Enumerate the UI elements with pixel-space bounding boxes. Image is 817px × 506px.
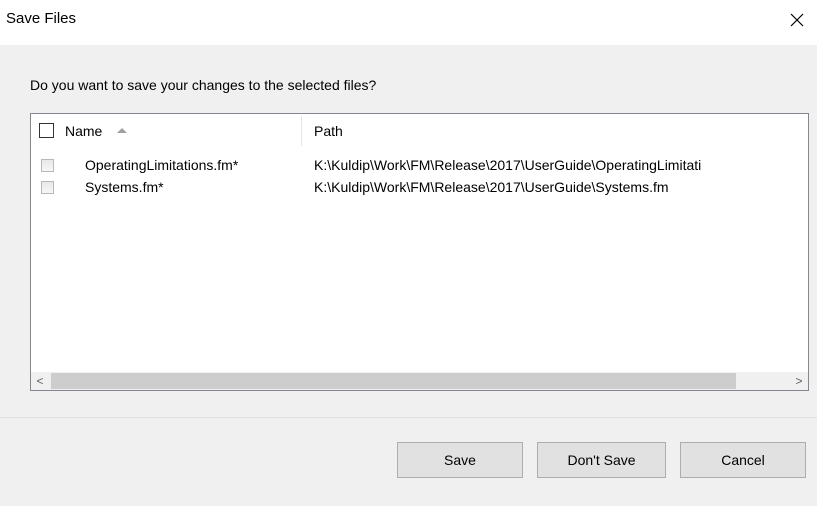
list-header: Name Path xyxy=(31,114,808,148)
file-path: K:\Kuldip\Work\FM\Release\2017\UserGuide… xyxy=(314,157,702,173)
scroll-left-button[interactable]: < xyxy=(31,372,49,390)
column-path-label: Path xyxy=(314,123,343,139)
dont-save-button[interactable]: Don't Save xyxy=(537,442,666,478)
window-title: Save Files xyxy=(6,10,77,27)
title-bar: Save Files xyxy=(0,0,817,45)
divider xyxy=(0,417,817,418)
file-list: Name Path OperatingLimitations.fm* K:\Ku… xyxy=(30,113,809,391)
file-name: OperatingLimitations.fm* xyxy=(85,157,239,173)
column-header-name[interactable]: Name xyxy=(31,114,301,148)
scrollbar-thumb[interactable] xyxy=(51,373,736,389)
close-button[interactable] xyxy=(777,0,817,40)
scroll-right-button[interactable]: > xyxy=(790,372,808,390)
close-icon xyxy=(790,13,804,27)
horizontal-scrollbar[interactable]: < > xyxy=(31,372,808,390)
select-all-checkbox[interactable] xyxy=(39,123,54,138)
save-button[interactable]: Save xyxy=(397,442,523,478)
file-name: Systems.fm* xyxy=(85,179,164,195)
chevron-left-icon: < xyxy=(36,374,44,388)
list-item[interactable]: Systems.fm* K:\Kuldip\Work\FM\Release\20… xyxy=(31,178,808,200)
column-header-path[interactable]: Path xyxy=(302,114,808,148)
sort-ascending-icon xyxy=(117,128,127,133)
file-checkbox[interactable] xyxy=(41,159,54,172)
file-checkbox[interactable] xyxy=(41,181,54,194)
column-name-label: Name xyxy=(65,123,103,139)
prompt-text: Do you want to save your changes to the … xyxy=(30,77,377,93)
chevron-right-icon: > xyxy=(795,374,803,388)
list-item[interactable]: OperatingLimitations.fm* K:\Kuldip\Work\… xyxy=(31,156,808,178)
cancel-button[interactable]: Cancel xyxy=(680,442,806,478)
save-files-dialog: Save Files Do you want to save your chan… xyxy=(0,0,817,506)
file-path: K:\Kuldip\Work\FM\Release\2017\UserGuide… xyxy=(314,179,669,195)
